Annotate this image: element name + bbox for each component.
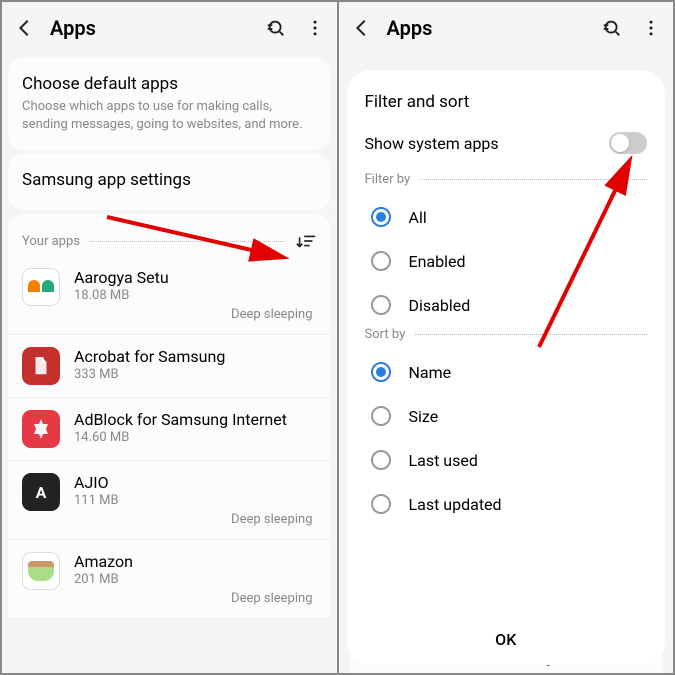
filter-label: Enabled (409, 252, 466, 271)
app-row[interactable]: AdBlock for Samsung Internet 14.60 MB (8, 398, 331, 461)
your-apps-card: Your apps Aarogya Setu 18.08 MB Deep sle… (8, 214, 331, 619)
show-system-row[interactable]: Show system apps (365, 132, 648, 154)
more-icon[interactable] (305, 18, 325, 38)
app-row[interactable]: Amazon 201 MB Deep sleeping (8, 540, 331, 619)
samsung-app-settings[interactable]: Samsung app settings (8, 154, 331, 210)
filter-option[interactable]: Disabled (365, 283, 648, 327)
app-size: 201 MB (74, 572, 317, 587)
radio-icon (371, 207, 391, 227)
sort-label: Last updated (409, 495, 502, 514)
app-icon (22, 552, 60, 590)
page-title: Apps (50, 16, 265, 40)
app-icon (22, 347, 60, 385)
sort-label: Last used (409, 451, 478, 470)
sort-label: Size (409, 407, 439, 426)
sort-option[interactable]: Last used (365, 438, 648, 482)
app-status: Deep sleeping (74, 512, 317, 527)
ok-button[interactable]: OK (365, 614, 648, 665)
app-status: Deep sleeping (74, 307, 317, 322)
app-name: Acrobat for Samsung (74, 347, 317, 366)
app-status: Deep sleeping (74, 591, 317, 606)
left-pane: Apps Choose default apps Choose which ap… (2, 2, 337, 673)
filter-option[interactable]: Enabled (365, 239, 648, 283)
app-row[interactable]: Aarogya Setu 18.08 MB Deep sleeping (8, 256, 331, 335)
page-title: Apps (387, 16, 602, 40)
back-icon[interactable] (351, 17, 373, 39)
modal-title: Filter and sort (365, 92, 648, 112)
radio-icon (371, 406, 391, 426)
radio-icon (371, 251, 391, 271)
app-name: AdBlock for Samsung Internet (74, 410, 317, 429)
app-icon: A (22, 473, 60, 511)
samsung-title: Samsung app settings (22, 170, 317, 190)
app-icon (22, 410, 60, 448)
dotted-line (90, 241, 285, 242)
show-system-toggle[interactable] (609, 132, 647, 154)
choose-default-apps[interactable]: Choose default apps Choose which apps to… (8, 58, 331, 150)
search-icon[interactable] (601, 17, 623, 39)
header-left: Apps (2, 2, 337, 54)
radio-icon (371, 295, 391, 315)
app-row[interactable]: Acrobat for Samsung 333 MB (8, 335, 331, 398)
app-name: Aarogya Setu (74, 268, 317, 287)
sort-option[interactable]: Last updated (365, 482, 648, 526)
more-icon[interactable] (641, 18, 661, 38)
sort-option[interactable]: Size (365, 394, 648, 438)
filter-option[interactable]: All (365, 195, 648, 239)
app-size: 111 MB (74, 493, 317, 508)
app-icon (22, 268, 60, 306)
filter-label: Disabled (409, 296, 471, 315)
sort-option[interactable]: Name (365, 350, 648, 394)
choose-default-sub: Choose which apps to use for making call… (22, 98, 317, 134)
sort-label: Name (409, 363, 452, 382)
show-system-label: Show system apps (365, 134, 499, 153)
app-size: 333 MB (74, 367, 317, 382)
app-name: AJIO (74, 473, 317, 492)
radio-icon (371, 494, 391, 514)
app-size: 14.60 MB (74, 430, 317, 445)
filter-sort-modal: Filter and sort Show system apps Filter … (347, 70, 666, 665)
search-icon[interactable] (265, 17, 287, 39)
sort-filter-icon[interactable] (295, 230, 317, 252)
app-size: 18.08 MB (74, 288, 317, 303)
app-row[interactable]: A AJIO 111 MB Deep sleeping (8, 461, 331, 540)
your-apps-label: Your apps (22, 234, 80, 249)
sort-by-label: Sort by (365, 327, 648, 342)
your-apps-header: Your apps (8, 214, 331, 256)
filter-by-label: Filter by (365, 172, 648, 187)
header-right: Apps (339, 2, 674, 54)
choose-default-title: Choose default apps (22, 74, 317, 94)
app-name: Amazon (74, 552, 317, 571)
right-pane: Apps Android Accessibility Suite Filter … (339, 2, 674, 673)
filter-label: All (409, 208, 427, 227)
radio-icon (371, 450, 391, 470)
radio-icon (371, 362, 391, 382)
back-icon[interactable] (14, 17, 36, 39)
